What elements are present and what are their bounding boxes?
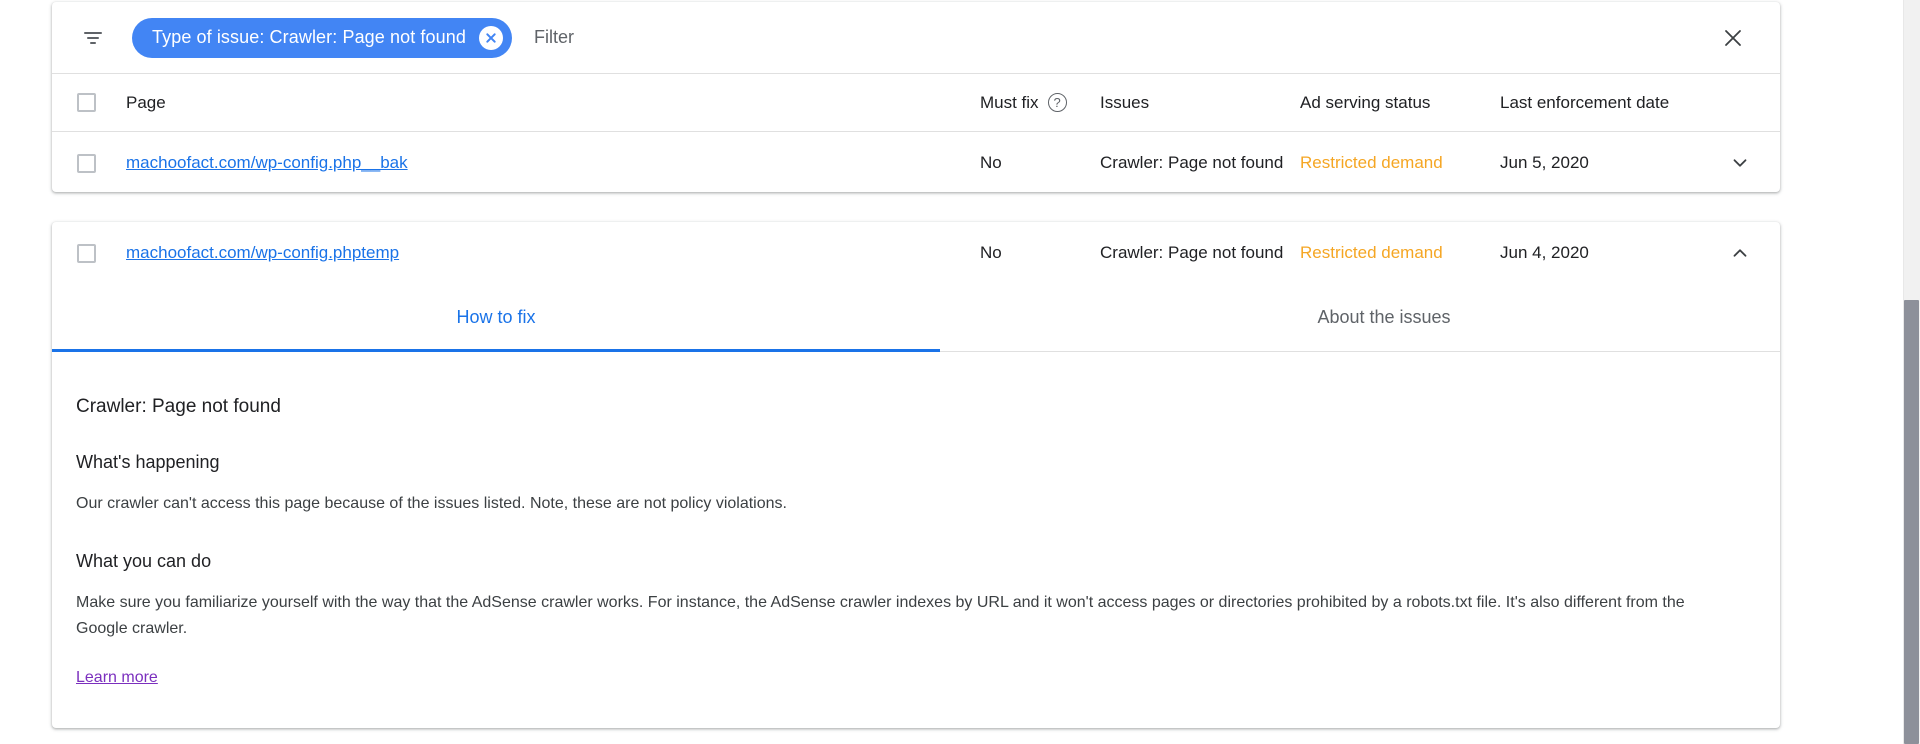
page-scrollbar-thumb[interactable] <box>1904 300 1919 744</box>
help-icon[interactable]: ? <box>1047 93 1067 112</box>
column-header-page[interactable]: Page <box>120 93 980 113</box>
section-body-what-you-can-do: Make sure you familiarize yourself with … <box>76 594 1685 637</box>
row-page-cell: machoofact.com/wp-config.phptemp <box>120 243 980 263</box>
row-expander-cell <box>1700 236 1780 270</box>
tab-how-to-fix-label: How to fix <box>456 307 536 327</box>
row-must-fix-cell: No <box>980 243 1002 262</box>
column-header-last-enforcement-date[interactable]: Last enforcement date <box>1500 93 1700 113</box>
row-expander-cell <box>1700 146 1780 180</box>
row-ad-serving-status-cell: Restricted demand <box>1300 153 1443 172</box>
chevron-down-icon[interactable] <box>1723 146 1757 180</box>
page-root: Type of issue: Crawler: Page not found F… <box>0 0 1920 744</box>
filter-bar: Type of issue: Crawler: Page not found F… <box>52 2 1780 74</box>
tab-how-to-fix[interactable]: How to fix <box>52 284 940 352</box>
detail-title: Crawler: Page not found <box>76 396 281 417</box>
detail-body: Crawler: Page not found What's happening… <box>52 352 1780 717</box>
section-heading-whats-happening: What's happening <box>76 452 220 472</box>
row-must-fix-cell: No <box>980 153 1002 172</box>
section-body-whats-happening: Our crawler can't access this page becau… <box>76 495 787 512</box>
tab-about-the-issues-label: About the issues <box>1317 307 1451 327</box>
tab-about-the-issues[interactable]: About the issues <box>940 284 1828 351</box>
row-last-enforcement-date-cell: Jun 4, 2020 <box>1500 243 1589 262</box>
close-filter-button[interactable] <box>1716 21 1750 55</box>
column-header-issues[interactable]: Issues <box>1100 93 1300 113</box>
filter-chip-type-of-issue[interactable]: Type of issue: Crawler: Page not found <box>132 17 512 58</box>
detail-tabs: How to fix About the issues <box>52 284 1780 352</box>
table-row[interactable]: machoofact.com/wp-config.phptemp No Craw… <box>52 222 1780 284</box>
page-url-link[interactable]: machoofact.com/wp-config.phptemp <box>126 243 399 262</box>
select-all-cell <box>52 93 120 112</box>
page-scrollbar-track[interactable] <box>1903 0 1920 744</box>
row-select-cell <box>52 153 120 173</box>
page-url-link[interactable]: machoofact.com/wp-config.php__bak <box>126 153 408 172</box>
close-icon[interactable] <box>478 25 503 50</box>
row-checkbox[interactable] <box>76 153 96 173</box>
filter-list-icon[interactable] <box>78 23 108 53</box>
chevron-up-icon[interactable] <box>1723 236 1757 270</box>
column-header-ad-serving-status[interactable]: Ad serving status <box>1300 93 1500 113</box>
section-heading-what-you-can-do: What you can do <box>76 551 212 571</box>
table-header-row: Page Must fix ? Issues Ad serving status… <box>52 74 1780 132</box>
filter-input-placeholder[interactable]: Filter <box>534 27 574 48</box>
column-header-must-fix: Must fix ? <box>980 93 1100 113</box>
learn-more-link[interactable]: Learn more <box>76 669 158 687</box>
issues-filter-card: Type of issue: Crawler: Page not found F… <box>52 2 1780 192</box>
row-issues-cell: Crawler: Page not found <box>1100 243 1284 262</box>
select-all-checkbox[interactable] <box>76 93 96 112</box>
filter-chip-label: Type of issue: Crawler: Page not found <box>152 27 466 47</box>
row-last-enforcement-date-cell: Jun 5, 2020 <box>1500 153 1589 172</box>
row-checkbox[interactable] <box>76 243 96 263</box>
row-issues-cell: Crawler: Page not found <box>1100 153 1284 172</box>
column-header-must-fix-label[interactable]: Must fix <box>980 93 1039 113</box>
table-row[interactable]: machoofact.com/wp-config.php__bak No Cra… <box>52 132 1780 194</box>
issue-detail-card: machoofact.com/wp-config.phptemp No Craw… <box>52 222 1780 728</box>
row-page-cell: machoofact.com/wp-config.php__bak <box>120 153 980 173</box>
row-ad-serving-status-cell: Restricted demand <box>1300 243 1443 262</box>
row-select-cell <box>52 243 120 263</box>
